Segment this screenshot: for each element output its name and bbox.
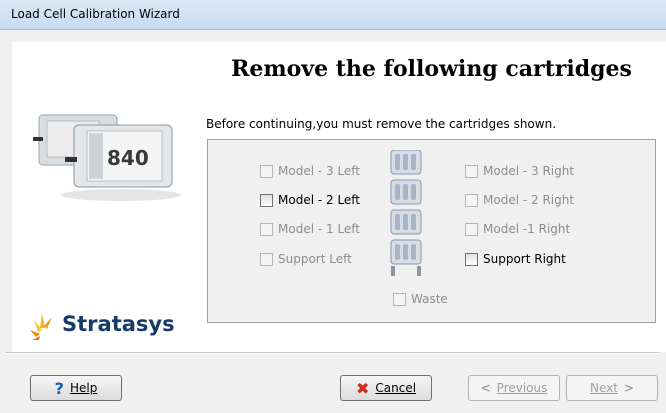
cartridge-photo: 840 — [33, 114, 181, 201]
checkbox-label: Model - 1 Left — [278, 222, 361, 236]
help-label: Help — [69, 381, 98, 395]
checkbox-model-3-right[interactable]: Model - 3 Right — [465, 164, 574, 178]
next-label: Next — [589, 381, 618, 395]
checkbox-label: Support Right — [483, 252, 566, 266]
previous-button[interactable]: < Previous — [468, 375, 560, 401]
checkbox-model-2-right[interactable]: Model - 2 Right — [465, 193, 574, 207]
cartridge-label-text: 840 — [107, 146, 149, 170]
checkbox[interactable] — [465, 193, 478, 207]
checkbox[interactable] — [465, 222, 478, 236]
title-bar: Load Cell Calibration Wizard — [0, 0, 666, 30]
red-x-icon: ✖ — [355, 378, 370, 398]
checkbox-label: Waste — [411, 292, 448, 306]
instruction-text: Before continuing,you must remove the ca… — [206, 117, 557, 131]
cancel-label: Cancel — [375, 381, 417, 395]
checkbox[interactable] — [260, 252, 273, 266]
question-icon: ? — [54, 378, 64, 398]
checkbox-label: Model - 2 Left — [278, 193, 361, 207]
checkbox-label: Model - 2 Right — [483, 193, 575, 207]
checkbox-model-1-right[interactable]: Model -1 Right — [465, 222, 570, 236]
starburst-icon — [30, 314, 52, 340]
checkbox-label: Model - 3 Left — [278, 164, 361, 178]
checkbox[interactable] — [465, 252, 478, 266]
arrow-right-icon: > — [623, 381, 635, 395]
cancel-button[interactable]: ✖ Cancel — [340, 375, 432, 401]
checkbox-support-left[interactable]: Support Left — [260, 252, 352, 266]
help-button[interactable]: ? Help — [30, 375, 122, 401]
checkbox-model-1-left[interactable]: Model - 1 Left — [260, 222, 360, 236]
page-heading: Remove the following cartridges — [231, 56, 632, 82]
arrow-left-icon: < — [480, 381, 491, 395]
checkbox-model-2-left[interactable]: Model - 2 Left — [260, 193, 360, 207]
logo-text: Stratasys — [62, 312, 175, 336]
checkbox[interactable] — [260, 222, 273, 236]
checkbox-model-3-left[interactable]: Model - 3 Left — [260, 164, 360, 178]
checkbox-label: Support Left — [278, 252, 352, 266]
cartridge-bay-icon — [390, 149, 422, 276]
checkbox[interactable] — [260, 193, 273, 207]
checkbox[interactable] — [465, 164, 478, 178]
cartridge-slots-graphic — [390, 149, 422, 280]
checkbox[interactable] — [393, 292, 406, 306]
window-title: Load Cell Calibration Wizard — [11, 7, 180, 21]
image-panel: 840 Stratasys — [12, 42, 197, 352]
checkbox-support-right[interactable]: Support Right — [465, 252, 566, 266]
checkbox[interactable] — [260, 164, 273, 178]
checkbox-label: Model - 3 Right — [483, 164, 575, 178]
stratasys-logo: Stratasys — [28, 312, 193, 346]
footer-separator — [6, 352, 660, 354]
previous-label: Previous — [496, 381, 548, 395]
checkbox-label: Model -1 Right — [483, 222, 571, 236]
checkbox-waste[interactable]: Waste — [393, 292, 448, 306]
next-button[interactable]: Next > — [566, 375, 658, 401]
